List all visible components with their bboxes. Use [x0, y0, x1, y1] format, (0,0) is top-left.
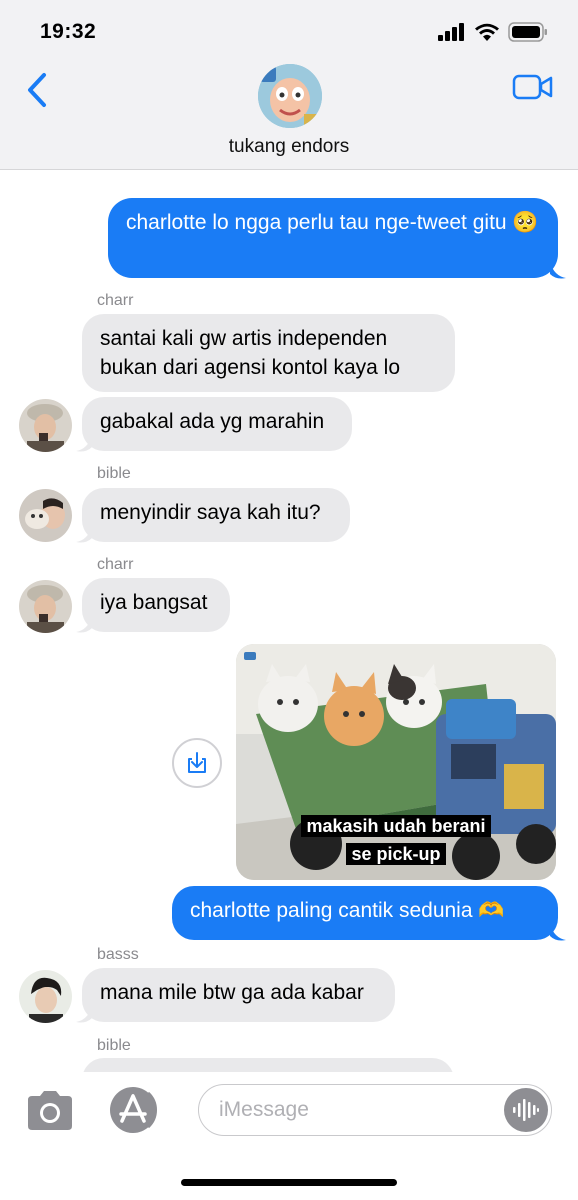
- sender-name: charr: [97, 292, 134, 309]
- sender-name: basss: [97, 946, 139, 963]
- home-indicator[interactable]: [181, 1179, 397, 1186]
- bubble-tail: [76, 526, 92, 543]
- cellular-signal-icon: [438, 23, 464, 41]
- message-text: mana mile btw ga ada kabar: [100, 981, 364, 1004]
- bubble-tail: [76, 435, 92, 452]
- avatar-image: [19, 970, 72, 1023]
- status-time: 19:32: [40, 20, 97, 43]
- bubble-tail: [76, 1006, 92, 1023]
- outgoing-message[interactable]: charlotte lo ngga perlu tau nge-tweet gi…: [108, 198, 558, 278]
- chat-screen: 19:32 tukang endors charlotte lo ngga pe…: [0, 0, 578, 1200]
- save-image-button[interactable]: [172, 738, 222, 788]
- conversation-title[interactable]: tukang endors: [0, 136, 578, 158]
- sender-avatar[interactable]: [19, 580, 72, 633]
- incoming-message[interactable]: santai kali gw artis independen bukan da…: [82, 314, 455, 392]
- wifi-icon: [475, 23, 499, 41]
- bubble-tail: [550, 262, 566, 279]
- sender-name: bible: [97, 1037, 131, 1054]
- meme-caption-line1: makasih udah berani: [236, 812, 556, 840]
- back-button[interactable]: [22, 70, 52, 110]
- sender-name: bible: [97, 465, 131, 482]
- audio-message-button[interactable]: [504, 1088, 548, 1132]
- download-icon: [188, 752, 206, 773]
- avatar-image: [19, 489, 72, 542]
- waveform-icon: [513, 1099, 539, 1121]
- message-text: charlotte lo ngga perlu tau nge-tweet gi…: [126, 211, 539, 234]
- outgoing-message[interactable]: charlotte paling cantik sedunia 🫶: [172, 886, 558, 940]
- conversation-header: 19:32 tukang endors: [0, 0, 578, 170]
- message-text: iya bangsat: [100, 591, 208, 614]
- message-text: gabakal ada yg marahin: [100, 410, 325, 433]
- sender-avatar[interactable]: [19, 970, 72, 1023]
- message-text: charlotte paling cantik sedunia 🫶: [190, 899, 505, 922]
- battery-icon: [508, 22, 547, 42]
- avatar-image: [19, 580, 72, 633]
- avatar-image: [19, 399, 72, 452]
- status-icons: [438, 22, 548, 42]
- incoming-message[interactable]: iya bangsat: [82, 578, 230, 632]
- camera-button[interactable]: [24, 1088, 76, 1132]
- incoming-message[interactable]: gabakal ada yg marahin: [82, 397, 352, 451]
- bubble-tail: [76, 616, 92, 633]
- group-avatar-image: [258, 64, 322, 128]
- app-store-button[interactable]: [108, 1085, 164, 1135]
- incoming-message[interactable]: menyindir saya kah itu?: [82, 488, 350, 542]
- sender-name: charr: [97, 556, 134, 573]
- video-call-button[interactable]: [512, 72, 554, 102]
- incoming-message[interactable]: mana mile btw ga ada kabar: [82, 968, 395, 1022]
- sender-avatar[interactable]: [19, 399, 72, 452]
- group-avatar[interactable]: [258, 64, 322, 128]
- message-text: menyindir saya kah itu?: [100, 501, 321, 524]
- message-text: santai kali gw artis independen bukan da…: [100, 327, 401, 379]
- meme-caption-line2: se pick-up: [236, 840, 556, 868]
- message-input[interactable]: [198, 1084, 552, 1136]
- meme-image[interactable]: makasih udah berani se pick-up: [236, 644, 556, 880]
- sender-avatar[interactable]: [19, 489, 72, 542]
- bubble-tail: [550, 924, 566, 941]
